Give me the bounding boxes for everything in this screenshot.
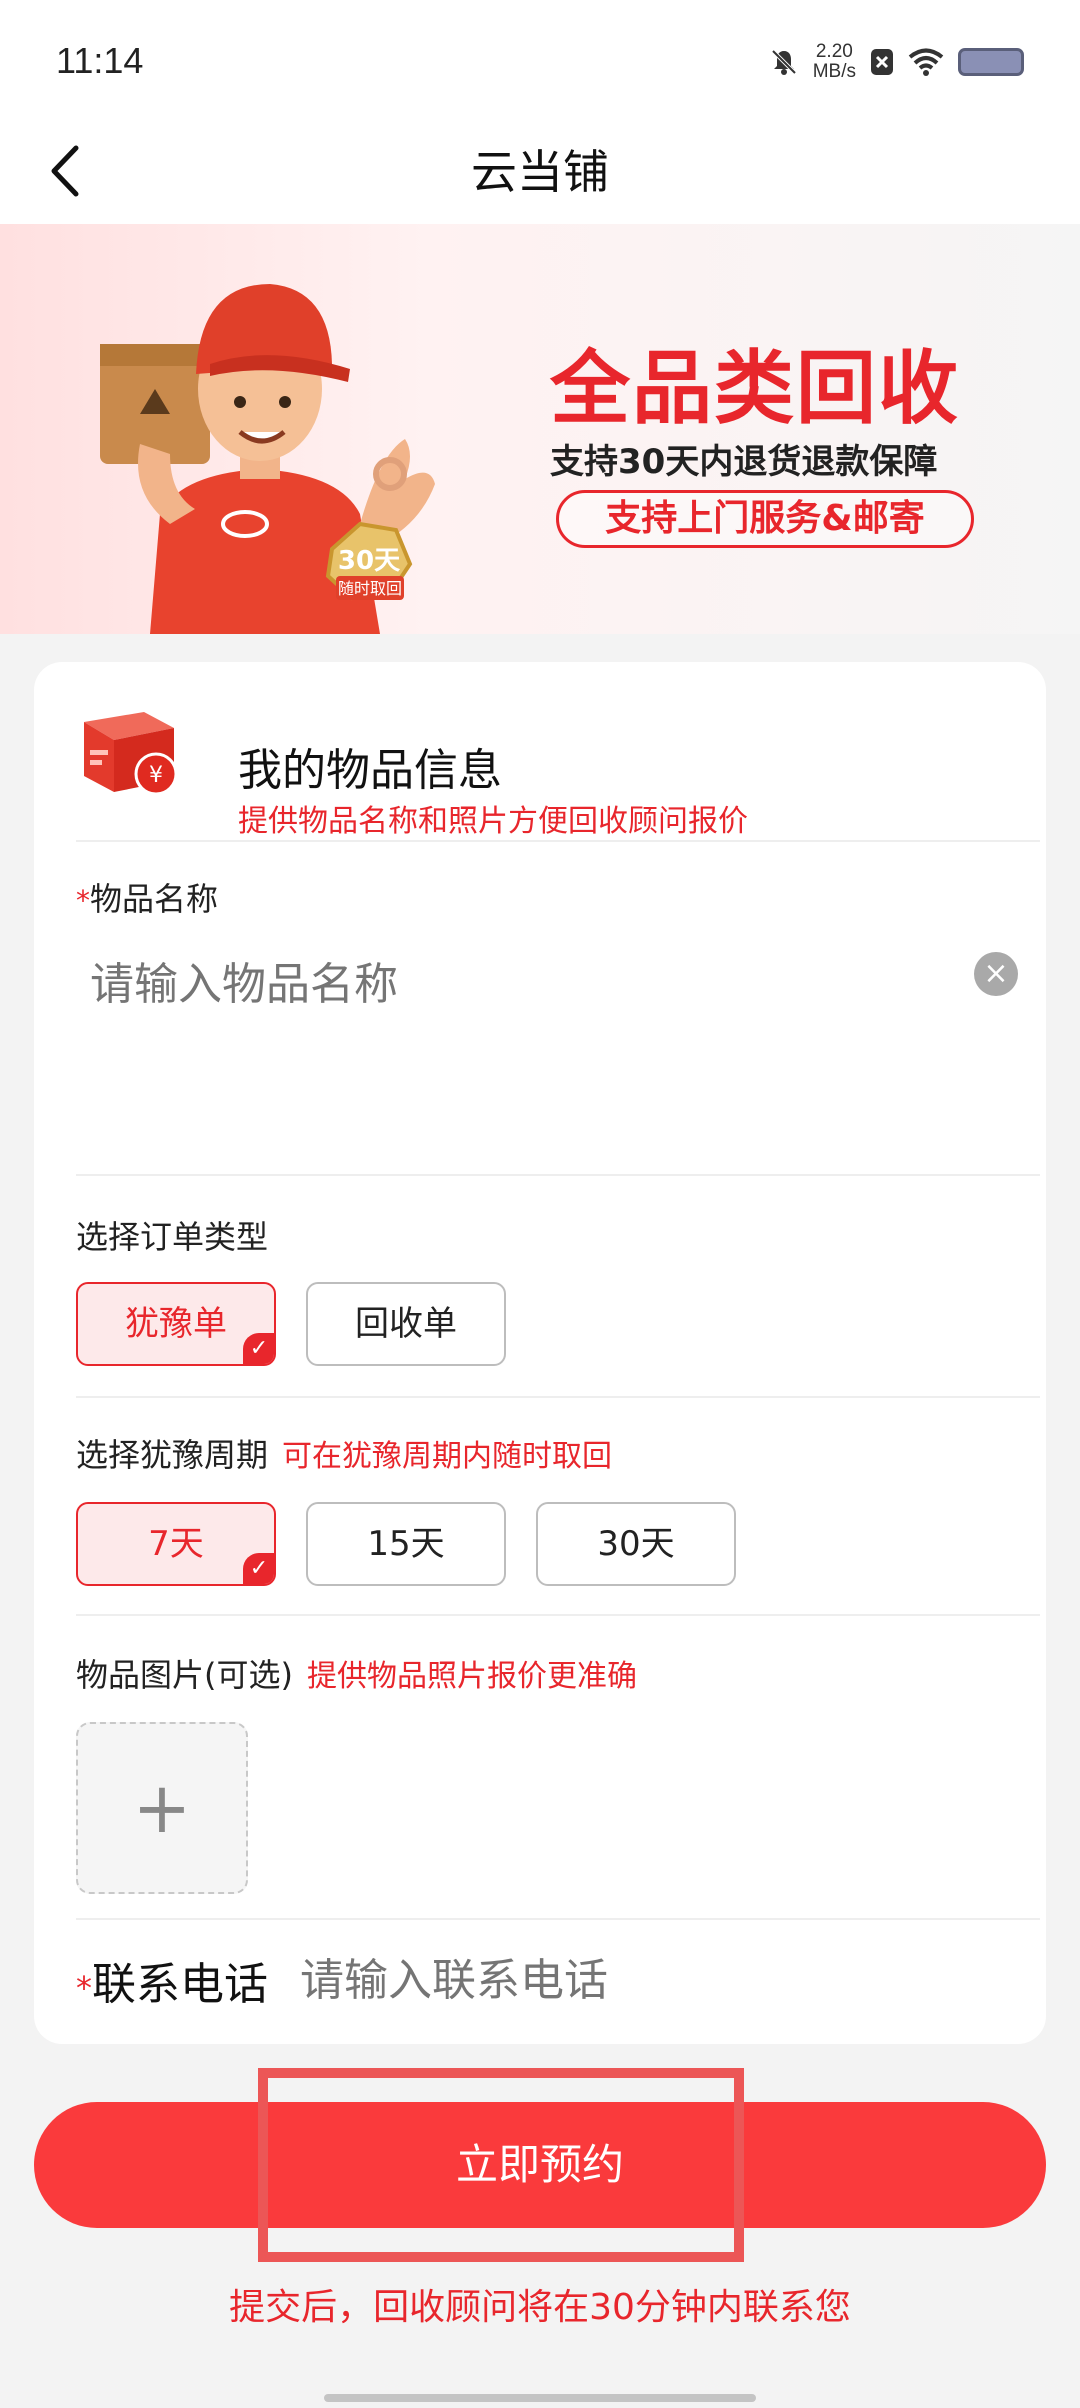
- card-title: 我的物品信息: [238, 745, 502, 796]
- network-speed-value: 2.20: [815, 41, 853, 62]
- card-header: ¥ 我的物品信息 提供物品名称和照片方便回收顾问报价: [74, 692, 1014, 839]
- delivery-mascot-illustration: 30天 随时取回: [100, 284, 435, 634]
- period-hint: 可在犹豫周期内随时取回: [282, 1439, 613, 1474]
- status-time: 11:14: [56, 40, 144, 81]
- card-hint: 提供物品名称和照片方便回收顾问报价: [238, 804, 748, 839]
- page-title: 云当铺: [471, 145, 609, 199]
- required-mark: *: [76, 1969, 92, 2007]
- network-speed-unit: MB/s: [812, 61, 856, 82]
- order-type-option-recycle[interactable]: 回收单: [306, 1282, 506, 1366]
- sim-disabled-icon: [871, 49, 893, 75]
- photos-hint: 提供物品照片报价更准确: [306, 1659, 637, 1694]
- status-bar: 11:14 2.20 MB/s: [0, 0, 1080, 120]
- promo-banner[interactable]: 30天 随时取回 全品类回收 支持30天内退货退款保障 支持上门服务&邮寄: [0, 224, 1080, 634]
- photos-label: 物品图片(可选) 提供物品照片报价更准确: [76, 1650, 637, 1696]
- period-label-text: 选择犹豫周期: [76, 1436, 269, 1474]
- medal-number: 30天: [338, 546, 400, 576]
- banner-subline: 支持30天内退货退款保障: [550, 442, 938, 482]
- highlight-box: [258, 2068, 744, 2262]
- item-name-label: *物品名称: [76, 874, 218, 920]
- divider: [76, 1396, 1040, 1398]
- add-photo-button[interactable]: +: [76, 1722, 248, 1894]
- item-name-input[interactable]: [90, 954, 950, 1014]
- wifi-icon: [908, 48, 944, 76]
- battery-icon: [958, 48, 1024, 76]
- period-option-15[interactable]: 15天: [306, 1502, 506, 1586]
- clear-icon[interactable]: ×: [974, 952, 1018, 996]
- period-option-label: 7天: [148, 1524, 204, 1564]
- submit-note: 提交后，回收顾问将在30分钟内联系您: [229, 2287, 851, 2328]
- item-info-card: ¥ 我的物品信息 提供物品名称和照片方便回收顾问报价 *物品名称 × 选择订单类…: [34, 662, 1046, 2044]
- item-name-label-text: 物品名称: [90, 880, 219, 918]
- status-icons: 2.20 MB/s: [769, 42, 1024, 82]
- period-option-7[interactable]: 7天 ✓: [76, 1502, 276, 1586]
- period-label: 选择犹豫周期 可在犹豫周期内随时取回: [76, 1430, 612, 1476]
- plus-icon: +: [132, 1767, 192, 1849]
- divider: [76, 1174, 1040, 1176]
- check-icon: ✓: [243, 1333, 274, 1364]
- network-speed: 2.20 MB/s: [813, 42, 856, 82]
- photos-label-text: 物品图片(可选): [76, 1656, 293, 1694]
- period-option-label: 15天: [367, 1524, 445, 1564]
- medal-caption: 随时取回: [338, 579, 402, 598]
- bell-muted-icon: [771, 49, 797, 75]
- phone-input[interactable]: [300, 1950, 1000, 2010]
- nav-bar: 云当铺: [0, 120, 1080, 224]
- banner-headline: 全品类回收: [550, 342, 960, 435]
- period-option-label: 30天: [597, 1524, 675, 1564]
- order-type-option-hesitation[interactable]: 犹豫单 ✓: [76, 1282, 276, 1366]
- period-option-30[interactable]: 30天: [536, 1502, 736, 1586]
- home-indicator[interactable]: [324, 2394, 756, 2402]
- divider: [76, 840, 1040, 842]
- check-icon: ✓: [243, 1553, 274, 1584]
- phone-label-text: 联系电话: [92, 1959, 268, 2010]
- banner-service-pill: 支持上门服务&邮寄: [556, 490, 974, 548]
- package-icon: ¥: [84, 712, 178, 796]
- order-type-option-label: 犹豫单: [125, 1304, 227, 1344]
- order-type-option-label: 回收单: [355, 1304, 457, 1344]
- phone-label: *联系电话: [76, 1948, 268, 2012]
- order-type-label: 选择订单类型: [76, 1218, 269, 1256]
- divider: [76, 1918, 1040, 1920]
- svg-text:¥: ¥: [149, 763, 163, 788]
- required-mark: *: [76, 884, 90, 917]
- divider: [76, 1614, 1040, 1616]
